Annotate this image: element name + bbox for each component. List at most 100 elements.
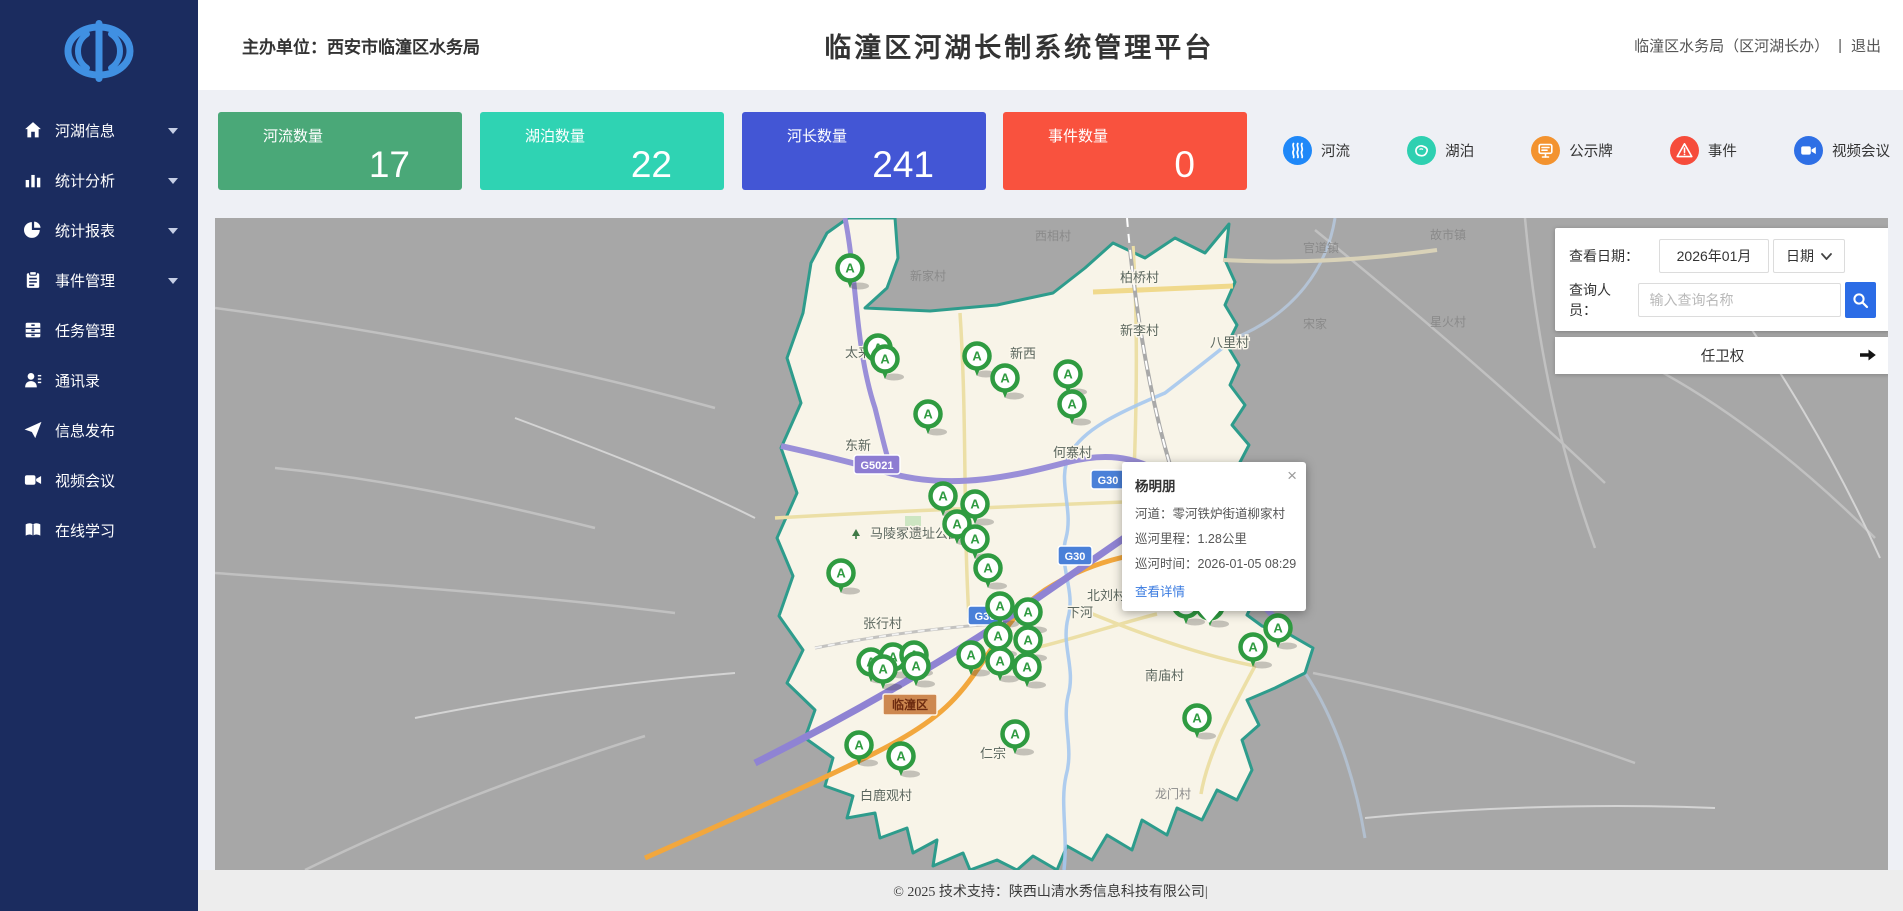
sidebar-item[interactable]: 统计报表 — [0, 205, 198, 255]
sidebar-item[interactable]: 统计分析 — [0, 155, 198, 205]
sidebar-item-label: 任务管理 — [55, 320, 115, 341]
map-area[interactable]: G5021G30G30G30临潼区 西相村新家村官道镇宋家故市镇星火村龙门村太来… — [215, 218, 1888, 870]
svg-text:A: A — [1010, 727, 1020, 742]
sidebar-item[interactable]: 视频会议 — [0, 455, 198, 505]
svg-text:A: A — [878, 662, 888, 677]
stat-label: 湖泊数量 — [525, 125, 724, 146]
search-icon — [1852, 292, 1869, 309]
app-logo — [62, 20, 136, 87]
chevron-down-icon — [1821, 253, 1832, 260]
quick-action[interactable]: 视频会议 — [1794, 136, 1890, 165]
close-icon[interactable]: × — [1287, 466, 1297, 486]
road-badge: G30 — [1091, 470, 1125, 489]
sidebar-item[interactable]: 通讯录 — [0, 355, 198, 405]
clipboard-icon — [24, 271, 42, 289]
sidebar-item-label: 在线学习 — [55, 520, 115, 541]
svg-text:A: A — [854, 738, 864, 753]
sidebar: 河湖信息统计分析统计报表事件管理任务管理通讯录信息发布视频会议在线学习 — [0, 0, 198, 911]
stat-value: 241 — [872, 144, 934, 186]
svg-text:A: A — [1023, 633, 1033, 648]
person-label: 查询人员： — [1569, 280, 1638, 320]
person-result-name: 任卫权 — [1701, 345, 1745, 366]
sidebar-item-label: 统计报表 — [55, 220, 115, 241]
alert-icon — [1670, 136, 1699, 165]
sidebar-item[interactable]: 河湖信息 — [0, 105, 198, 155]
app: 河湖信息统计分析统计报表事件管理任务管理通讯录信息发布视频会议在线学习 主办单位… — [0, 0, 1903, 911]
svg-text:A: A — [836, 566, 846, 581]
cabinet-icon — [24, 321, 42, 339]
popup-river: 河道：零河铁炉街道柳家村 — [1135, 503, 1293, 522]
bar-chart-icon — [24, 171, 42, 189]
map-label: 宋家 — [1303, 316, 1327, 331]
quick-action[interactable]: 河流 — [1283, 136, 1350, 165]
account-area: 临潼区水务局（区河湖长办） | 退出 — [1634, 0, 1881, 90]
filter-panel: 查看日期： 2026年01月 日期 查询人员： — [1555, 228, 1888, 331]
search-button[interactable] — [1845, 282, 1876, 318]
sponsor-text: 主办单位：西安市临潼区水务局 — [242, 0, 480, 90]
sidebar-item[interactable]: 任务管理 — [0, 305, 198, 355]
chevron-down-icon — [168, 278, 178, 284]
detail-link[interactable]: 查看详情 — [1135, 581, 1185, 600]
svg-text:A: A — [1063, 367, 1073, 382]
svg-text:A: A — [1023, 605, 1033, 620]
map-label: 八里村 — [1210, 335, 1249, 350]
map-label: 柏桥村 — [1120, 270, 1159, 285]
stat-label: 事件数量 — [1048, 125, 1247, 146]
svg-text:A: A — [1248, 640, 1258, 655]
stat-card: 河长数量241 — [742, 112, 986, 190]
quick-action-label: 视频会议 — [1832, 140, 1890, 161]
sidebar-item[interactable]: 信息发布 — [0, 405, 198, 455]
quick-actions: 河流 湖泊 公示牌 事件 视频会议 — [1283, 130, 1890, 170]
pie-chart-icon — [24, 221, 42, 239]
sidebar-item[interactable]: 在线学习 — [0, 505, 198, 555]
svg-text:A: A — [880, 352, 890, 367]
svg-text:A: A — [970, 497, 980, 512]
svg-text:A: A — [938, 489, 948, 504]
road-badge: G30 — [1058, 546, 1092, 565]
quick-action[interactable]: 事件 — [1670, 136, 1737, 165]
svg-text:A: A — [966, 648, 976, 663]
sidebar-item-label: 统计分析 — [55, 170, 115, 191]
date-value[interactable]: 2026年01月 — [1659, 239, 1769, 273]
quick-action[interactable]: 湖泊 — [1407, 136, 1474, 165]
map-label: 新李村 — [1120, 323, 1159, 338]
svg-text:A: A — [995, 654, 1005, 669]
svg-text:A: A — [911, 659, 921, 674]
quick-action-label: 事件 — [1708, 140, 1737, 161]
svg-text:A: A — [970, 532, 980, 547]
svg-text:A: A — [995, 599, 1005, 614]
svg-text:A: A — [1192, 711, 1202, 726]
map-label: 东新 — [845, 438, 871, 453]
date-mode-value: 日期 — [1786, 246, 1814, 266]
map-label: 仁宗 — [980, 746, 1006, 761]
date-mode-select[interactable]: 日期 — [1773, 239, 1845, 273]
video-icon — [24, 471, 42, 489]
svg-text:A: A — [845, 261, 855, 276]
quick-action-label: 公示牌 — [1569, 140, 1613, 161]
sidebar-item[interactable]: 事件管理 — [0, 255, 198, 305]
map-label: 官道镇 — [1303, 240, 1339, 255]
sidebar-item-label: 视频会议 — [55, 470, 115, 491]
page-title: 临潼区河湖长制系统管理平台 — [824, 0, 1214, 90]
svg-text:A: A — [1022, 660, 1032, 675]
map-label: 星火村 — [1430, 315, 1466, 329]
home-icon — [24, 121, 42, 139]
map-label: 新家村 — [910, 268, 946, 283]
logout-link[interactable]: 退出 — [1851, 35, 1881, 56]
map-label: 何寨村 — [1053, 445, 1092, 460]
sidebar-item-label: 河湖信息 — [55, 120, 115, 141]
river-icon — [1283, 136, 1312, 165]
date-label: 查看日期： — [1569, 246, 1659, 266]
chevron-down-icon — [168, 128, 178, 134]
map-label: 下河 — [1067, 605, 1093, 620]
stat-value: 0 — [1174, 144, 1195, 186]
map-label: 张行村 — [863, 616, 902, 631]
chevron-down-icon — [168, 228, 178, 234]
map-label: 故市镇 — [1430, 227, 1466, 242]
person-result-item[interactable]: 任卫权 — [1555, 337, 1888, 374]
svg-text:A: A — [896, 749, 906, 764]
svg-text:A: A — [923, 407, 933, 422]
person-search-input[interactable] — [1638, 283, 1841, 317]
quick-action[interactable]: 公示牌 — [1531, 136, 1613, 165]
map-label: 西相村 — [1035, 229, 1071, 243]
